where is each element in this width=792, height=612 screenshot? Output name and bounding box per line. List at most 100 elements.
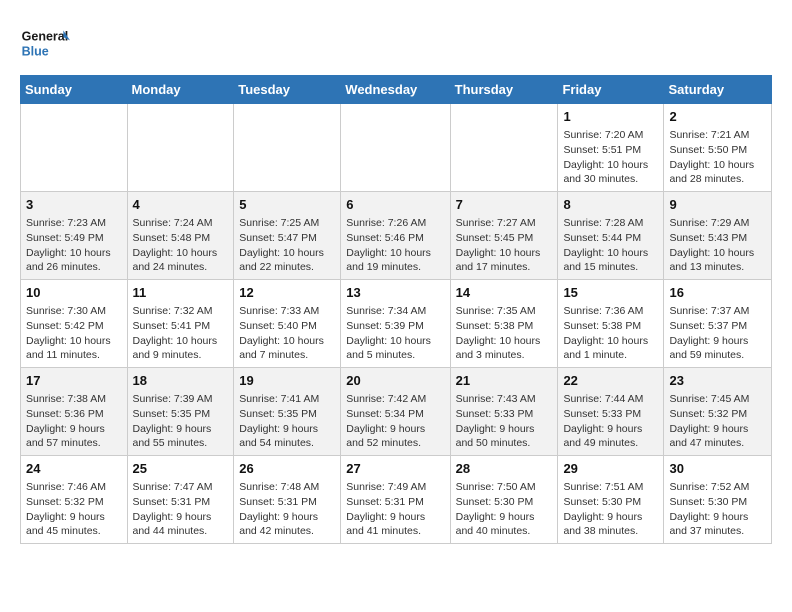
sunset-text: Sunset: 5:47 PM	[239, 231, 335, 246]
daylight-text: Daylight: 9 hours and 41 minutes.	[346, 510, 444, 539]
day-number: 13	[346, 284, 444, 302]
sunrise-text: Sunrise: 7:42 AM	[346, 392, 444, 407]
day-number: 22	[563, 372, 658, 390]
sunrise-text: Sunrise: 7:52 AM	[669, 480, 766, 495]
calendar-cell: 6 Sunrise: 7:26 AM Sunset: 5:46 PM Dayli…	[341, 192, 450, 280]
sunrise-text: Sunrise: 7:38 AM	[26, 392, 122, 407]
calendar-cell: 29 Sunrise: 7:51 AM Sunset: 5:30 PM Dayl…	[558, 456, 664, 544]
day-number: 3	[26, 196, 122, 214]
day-number: 14	[456, 284, 553, 302]
sunset-text: Sunset: 5:32 PM	[669, 407, 766, 422]
calendar-cell: 1 Sunrise: 7:20 AM Sunset: 5:51 PM Dayli…	[558, 104, 664, 192]
calendar-cell: 5 Sunrise: 7:25 AM Sunset: 5:47 PM Dayli…	[234, 192, 341, 280]
sunset-text: Sunset: 5:31 PM	[346, 495, 444, 510]
daylight-text: Daylight: 9 hours and 37 minutes.	[669, 510, 766, 539]
day-number: 15	[563, 284, 658, 302]
daylight-text: Daylight: 10 hours and 26 minutes.	[26, 246, 122, 275]
calendar-cell: 17 Sunrise: 7:38 AM Sunset: 5:36 PM Dayl…	[21, 368, 128, 456]
sunrise-text: Sunrise: 7:46 AM	[26, 480, 122, 495]
daylight-text: Daylight: 10 hours and 9 minutes.	[133, 334, 229, 363]
sunset-text: Sunset: 5:34 PM	[346, 407, 444, 422]
calendar-week: 3 Sunrise: 7:23 AM Sunset: 5:49 PM Dayli…	[21, 192, 772, 280]
sunset-text: Sunset: 5:33 PM	[456, 407, 553, 422]
daylight-text: Daylight: 9 hours and 44 minutes.	[133, 510, 229, 539]
calendar-cell: 13 Sunrise: 7:34 AM Sunset: 5:39 PM Dayl…	[341, 280, 450, 368]
sunrise-text: Sunrise: 7:44 AM	[563, 392, 658, 407]
svg-text:Blue: Blue	[22, 44, 49, 58]
day-number: 11	[133, 284, 229, 302]
day-number: 17	[26, 372, 122, 390]
calendar-cell: 7 Sunrise: 7:27 AM Sunset: 5:45 PM Dayli…	[450, 192, 558, 280]
daylight-text: Daylight: 10 hours and 13 minutes.	[669, 246, 766, 275]
sunrise-text: Sunrise: 7:43 AM	[456, 392, 553, 407]
calendar-cell: 23 Sunrise: 7:45 AM Sunset: 5:32 PM Dayl…	[664, 368, 772, 456]
sunrise-text: Sunrise: 7:45 AM	[669, 392, 766, 407]
day-number: 24	[26, 460, 122, 478]
calendar-cell: 18 Sunrise: 7:39 AM Sunset: 5:35 PM Dayl…	[127, 368, 234, 456]
sunrise-text: Sunrise: 7:20 AM	[563, 128, 658, 143]
calendar-cell: 14 Sunrise: 7:35 AM Sunset: 5:38 PM Dayl…	[450, 280, 558, 368]
sunset-text: Sunset: 5:37 PM	[669, 319, 766, 334]
sunset-text: Sunset: 5:42 PM	[26, 319, 122, 334]
calendar-cell	[234, 104, 341, 192]
daylight-text: Daylight: 10 hours and 22 minutes.	[239, 246, 335, 275]
sunset-text: Sunset: 5:36 PM	[26, 407, 122, 422]
day-number: 26	[239, 460, 335, 478]
daylight-text: Daylight: 10 hours and 19 minutes.	[346, 246, 444, 275]
header-day: Friday	[558, 76, 664, 104]
sunrise-text: Sunrise: 7:50 AM	[456, 480, 553, 495]
calendar-cell: 8 Sunrise: 7:28 AM Sunset: 5:44 PM Dayli…	[558, 192, 664, 280]
day-number: 25	[133, 460, 229, 478]
sunset-text: Sunset: 5:50 PM	[669, 143, 766, 158]
sunrise-text: Sunrise: 7:37 AM	[669, 304, 766, 319]
header-day: Monday	[127, 76, 234, 104]
daylight-text: Daylight: 10 hours and 3 minutes.	[456, 334, 553, 363]
sunrise-text: Sunrise: 7:28 AM	[563, 216, 658, 231]
calendar-cell: 19 Sunrise: 7:41 AM Sunset: 5:35 PM Dayl…	[234, 368, 341, 456]
sunset-text: Sunset: 5:38 PM	[456, 319, 553, 334]
calendar-cell: 4 Sunrise: 7:24 AM Sunset: 5:48 PM Dayli…	[127, 192, 234, 280]
header-day: Sunday	[21, 76, 128, 104]
calendar-week: 1 Sunrise: 7:20 AM Sunset: 5:51 PM Dayli…	[21, 104, 772, 192]
daylight-text: Daylight: 9 hours and 42 minutes.	[239, 510, 335, 539]
calendar-cell: 9 Sunrise: 7:29 AM Sunset: 5:43 PM Dayli…	[664, 192, 772, 280]
sunrise-text: Sunrise: 7:51 AM	[563, 480, 658, 495]
daylight-text: Daylight: 9 hours and 54 minutes.	[239, 422, 335, 451]
day-number: 18	[133, 372, 229, 390]
header-day: Tuesday	[234, 76, 341, 104]
sunset-text: Sunset: 5:31 PM	[133, 495, 229, 510]
header-day: Saturday	[664, 76, 772, 104]
sunset-text: Sunset: 5:32 PM	[26, 495, 122, 510]
logo: General Blue	[20, 20, 70, 65]
day-number: 8	[563, 196, 658, 214]
sunset-text: Sunset: 5:46 PM	[346, 231, 444, 246]
calendar-cell: 12 Sunrise: 7:33 AM Sunset: 5:40 PM Dayl…	[234, 280, 341, 368]
sunset-text: Sunset: 5:30 PM	[669, 495, 766, 510]
header-day: Thursday	[450, 76, 558, 104]
calendar-cell: 24 Sunrise: 7:46 AM Sunset: 5:32 PM Dayl…	[21, 456, 128, 544]
day-number: 1	[563, 108, 658, 126]
calendar-cell: 2 Sunrise: 7:21 AM Sunset: 5:50 PM Dayli…	[664, 104, 772, 192]
day-number: 4	[133, 196, 229, 214]
calendar-week: 17 Sunrise: 7:38 AM Sunset: 5:36 PM Dayl…	[21, 368, 772, 456]
daylight-text: Daylight: 10 hours and 24 minutes.	[133, 246, 229, 275]
day-number: 23	[669, 372, 766, 390]
sunrise-text: Sunrise: 7:33 AM	[239, 304, 335, 319]
daylight-text: Daylight: 10 hours and 17 minutes.	[456, 246, 553, 275]
daylight-text: Daylight: 10 hours and 1 minute.	[563, 334, 658, 363]
calendar-cell	[341, 104, 450, 192]
header-day: Wednesday	[341, 76, 450, 104]
calendar-cell: 15 Sunrise: 7:36 AM Sunset: 5:38 PM Dayl…	[558, 280, 664, 368]
page-header: General Blue	[20, 20, 772, 65]
sunrise-text: Sunrise: 7:27 AM	[456, 216, 553, 231]
sunrise-text: Sunrise: 7:25 AM	[239, 216, 335, 231]
calendar-cell: 28 Sunrise: 7:50 AM Sunset: 5:30 PM Dayl…	[450, 456, 558, 544]
day-number: 5	[239, 196, 335, 214]
calendar-cell: 20 Sunrise: 7:42 AM Sunset: 5:34 PM Dayl…	[341, 368, 450, 456]
daylight-text: Daylight: 9 hours and 52 minutes.	[346, 422, 444, 451]
day-number: 27	[346, 460, 444, 478]
sunset-text: Sunset: 5:33 PM	[563, 407, 658, 422]
sunset-text: Sunset: 5:30 PM	[456, 495, 553, 510]
day-number: 12	[239, 284, 335, 302]
sunrise-text: Sunrise: 7:34 AM	[346, 304, 444, 319]
